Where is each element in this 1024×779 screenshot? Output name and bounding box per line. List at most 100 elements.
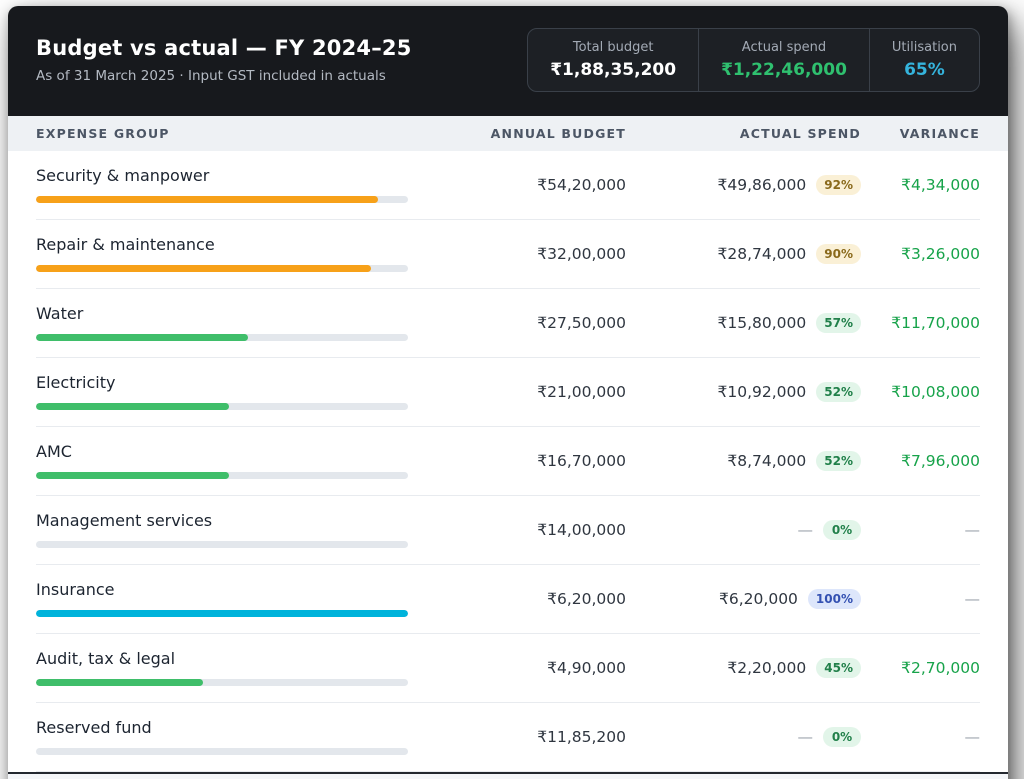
actual-cell: ₹28,74,000 90% xyxy=(626,243,861,264)
stat-value: ₹1,88,35,200 xyxy=(550,60,677,80)
stat-label: Utilisation xyxy=(891,40,957,55)
expense-name: Audit, tax & legal xyxy=(36,649,176,668)
progress-fill xyxy=(36,403,230,410)
variance: — xyxy=(964,520,981,539)
table-row: Electricity ₹21,00,000 ₹10,92,000 52% ₹1… xyxy=(36,358,980,427)
utilisation-badge: 57% xyxy=(816,312,861,333)
progress-track xyxy=(36,610,408,617)
progress-fill xyxy=(36,610,408,617)
progress-track xyxy=(36,265,408,272)
column-header-variance: Variance xyxy=(899,126,980,141)
utilisation-badge: 92% xyxy=(816,174,861,195)
annual-budget: ₹11,85,200 xyxy=(537,727,626,746)
expense-name: Water xyxy=(36,304,84,323)
progress-fill xyxy=(36,334,249,341)
stat-label: Total budget xyxy=(572,40,654,55)
column-header-actual-spend: Actual spend xyxy=(739,126,861,141)
expense-name: Insurance xyxy=(36,580,115,599)
table-row: AMC ₹16,70,000 ₹8,74,000 52% ₹7,96,000 xyxy=(36,427,980,496)
variance: ₹11,70,000 xyxy=(891,313,980,332)
utilisation-badge: 0% xyxy=(823,519,861,540)
actual-cell: ₹8,74,000 52% xyxy=(626,450,861,471)
total-row: Total ₹1,88,35,200 ₹1,22,46,000 65% ₹65,… xyxy=(8,772,1008,779)
actual-cell: ₹49,86,000 92% xyxy=(626,174,861,195)
actual-amount: ₹15,80,000 xyxy=(717,313,807,332)
progress-fill xyxy=(36,679,204,686)
expense-cell: Audit, tax & legal xyxy=(36,649,441,686)
annual-budget: ₹6,20,000 xyxy=(547,589,626,608)
table-row: Insurance ₹6,20,000 ₹6,20,000 100% — xyxy=(36,565,980,634)
utilisation-badge: 52% xyxy=(816,381,861,402)
progress-track xyxy=(36,541,408,548)
actual-amount: — xyxy=(797,520,814,539)
expense-cell: AMC xyxy=(36,442,441,479)
variance: — xyxy=(964,727,981,746)
utilisation-badge: 52% xyxy=(816,450,861,471)
annual-budget: ₹21,00,000 xyxy=(537,382,626,401)
actual-amount: ₹6,20,000 xyxy=(719,589,798,608)
annual-budget: ₹16,70,000 xyxy=(537,451,626,470)
variance: ₹4,34,000 xyxy=(901,175,980,194)
annual-budget: ₹14,00,000 xyxy=(537,520,626,539)
budget-report-card: Budget vs actual — FY 2024–25 As of 31 M… xyxy=(8,6,1008,779)
expense-name: AMC xyxy=(36,442,72,461)
expense-cell: Electricity xyxy=(36,373,441,410)
stat-actual-spend: Actual spend ₹1,22,46,000 xyxy=(698,29,869,91)
annual-budget: ₹4,90,000 xyxy=(547,658,626,677)
summary-stats: Total budget ₹1,88,35,200 Actual spend ₹… xyxy=(527,28,980,92)
utilisation-badge: 90% xyxy=(816,243,861,264)
stat-total-budget: Total budget ₹1,88,35,200 xyxy=(528,29,698,91)
variance: ₹2,70,000 xyxy=(901,658,980,677)
progress-fill xyxy=(36,472,230,479)
actual-amount: ₹8,74,000 xyxy=(727,451,807,470)
column-header-annual-budget: Annual budget xyxy=(490,126,626,141)
expense-name: Electricity xyxy=(36,373,116,392)
stat-value: 65% xyxy=(904,60,945,80)
expense-name: Management services xyxy=(36,511,213,530)
expense-cell: Reserved fund xyxy=(36,718,441,755)
column-header-expense-group: Expense group xyxy=(36,126,170,141)
stat-utilisation: Utilisation 65% xyxy=(868,29,979,91)
actual-cell: ₹6,20,000 100% xyxy=(626,588,861,609)
actual-amount: ₹2,20,000 xyxy=(727,658,807,677)
progress-track xyxy=(36,472,408,479)
expense-cell: Insurance xyxy=(36,580,441,617)
progress-track xyxy=(36,403,408,410)
expense-name: Reserved fund xyxy=(36,718,152,737)
progress-track xyxy=(36,334,408,341)
annual-budget: ₹54,20,000 xyxy=(537,175,626,194)
table-body: Security & manpower ₹54,20,000 ₹49,86,00… xyxy=(8,151,1008,772)
expense-cell: Repair & maintenance xyxy=(36,235,441,272)
actual-amount: — xyxy=(797,727,814,746)
progress-fill xyxy=(36,265,371,272)
report-header: Budget vs actual — FY 2024–25 As of 31 M… xyxy=(8,6,1008,116)
actual-amount: ₹49,86,000 xyxy=(717,175,807,194)
utilisation-badge: 45% xyxy=(816,657,861,678)
annual-budget: ₹32,00,000 xyxy=(537,244,626,263)
progress-fill xyxy=(36,196,379,203)
actual-amount: ₹10,92,000 xyxy=(717,382,807,401)
utilisation-badge: 100% xyxy=(807,588,861,609)
table-row: Management services ₹14,00,000 — 0% — xyxy=(36,496,980,565)
page-title: Budget vs actual — FY 2024–25 xyxy=(36,36,412,60)
table-row: Repair & maintenance ₹32,00,000 ₹28,74,0… xyxy=(36,220,980,289)
utilisation-badge: 0% xyxy=(823,726,861,747)
progress-track xyxy=(36,748,408,755)
expense-name: Repair & maintenance xyxy=(36,235,215,254)
expense-cell: Water xyxy=(36,304,441,341)
actual-amount: ₹28,74,000 xyxy=(717,244,807,263)
actual-cell: ₹2,20,000 45% xyxy=(626,657,861,678)
expense-cell: Management services xyxy=(36,511,441,548)
page-subtitle: As of 31 March 2025 · Input GST included… xyxy=(36,68,386,84)
table-row: Reserved fund ₹11,85,200 — 0% — xyxy=(36,703,980,772)
actual-cell: ₹15,80,000 57% xyxy=(626,312,861,333)
table-row: Water ₹27,50,000 ₹15,80,000 57% ₹11,70,0… xyxy=(36,289,980,358)
progress-track xyxy=(36,679,408,686)
expense-cell: Security & manpower xyxy=(36,166,441,203)
table-row: Audit, tax & legal ₹4,90,000 ₹2,20,000 4… xyxy=(36,634,980,703)
annual-budget: ₹27,50,000 xyxy=(537,313,626,332)
variance: ₹3,26,000 xyxy=(901,244,980,263)
expense-name: Security & manpower xyxy=(36,166,210,185)
actual-cell: — 0% xyxy=(626,726,861,747)
table-header: Expense group Annual budget Actual spend… xyxy=(8,116,1008,151)
